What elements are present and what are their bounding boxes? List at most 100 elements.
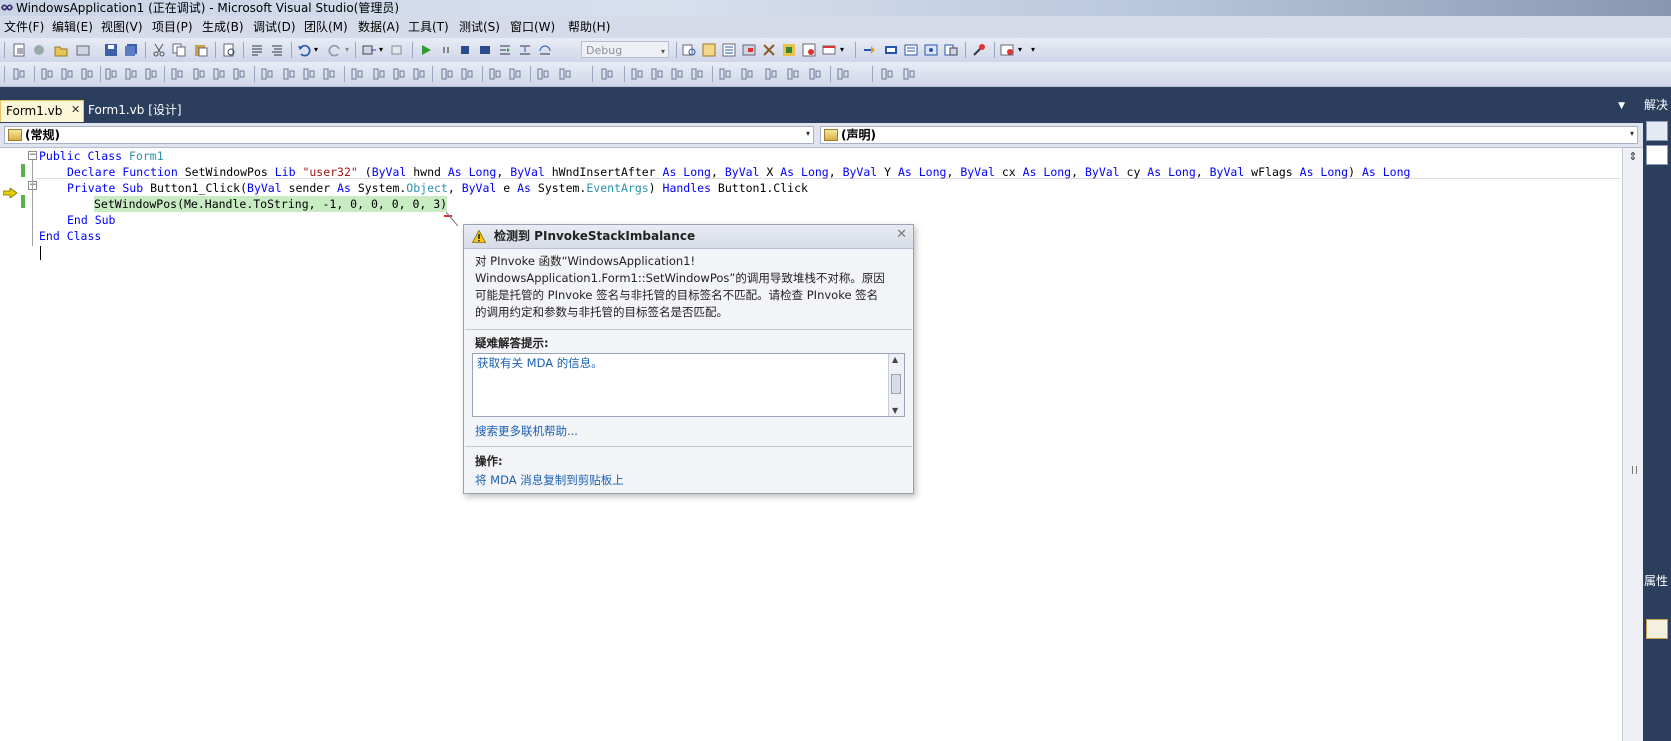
step-out-icon[interactable] (862, 43, 876, 57)
same-width-icon[interactable] (764, 67, 778, 81)
align-left-icon[interactable] (630, 67, 644, 81)
toolbar-overflow-icon[interactable]: ▾ (840, 43, 854, 57)
class-name-combo[interactable]: (常规) ▾ (4, 126, 814, 144)
vspace-icon[interactable] (836, 67, 850, 81)
navigate-backward-icon[interactable] (362, 43, 376, 57)
indicator-margin[interactable] (0, 148, 20, 741)
align-tops-icon[interactable] (104, 67, 118, 81)
copy-to-clipboard-link[interactable]: 将 MDA 消息复制到剪贴板上 (475, 472, 624, 488)
step-into-icon[interactable] (518, 43, 532, 57)
horizontal-spacing-equal-icon[interactable] (260, 67, 274, 81)
call-stack-icon[interactable] (944, 43, 958, 57)
undo-dropdown-icon[interactable]: ▾ (314, 43, 328, 57)
method-name-combo[interactable]: (声明) ▾ (820, 126, 1638, 144)
align-top-icon[interactable] (690, 67, 704, 81)
redo-icon[interactable] (328, 43, 342, 57)
step-over-icon[interactable] (538, 43, 552, 57)
size-to-grid-icon[interactable] (192, 67, 206, 81)
center-vertically-icon[interactable] (460, 67, 474, 81)
collapse-icon[interactable]: − (28, 151, 37, 160)
add-item-icon[interactable] (32, 43, 46, 57)
watch-window-icon[interactable] (924, 43, 938, 57)
menu-data[interactable]: 数据(A) (358, 20, 400, 34)
tab-form1-vb-design[interactable]: Form1.vb [设计] (88, 100, 182, 122)
redo-dropdown-icon[interactable]: ▾ (345, 43, 359, 57)
menu-debug[interactable]: 调试(D) (253, 20, 296, 34)
paste-icon[interactable] (194, 43, 208, 57)
solution-tree-icon[interactable] (1646, 145, 1668, 165)
align-lefts-icon[interactable] (40, 67, 54, 81)
send-to-back-icon[interactable] (508, 67, 522, 81)
error-list-icon[interactable] (802, 43, 816, 57)
hspace-icon[interactable] (808, 67, 822, 81)
menu-team[interactable]: 团队(M) (304, 20, 348, 34)
horizontal-spacing-increase-icon[interactable] (282, 67, 296, 81)
make-same-size-icon[interactable] (232, 67, 246, 81)
align-bottoms-icon[interactable] (144, 67, 158, 81)
lock-controls-icon[interactable] (558, 67, 572, 81)
menu-file[interactable]: 文件(F) (4, 20, 44, 34)
uncomment-icon[interactable] (270, 43, 284, 57)
scroll-down-icon[interactable]: ▼ (892, 406, 898, 415)
editor-vertical-scrollbar[interactable]: ⇕ (1622, 148, 1643, 741)
horizontal-spacing-remove-icon[interactable] (322, 67, 336, 81)
restart-icon[interactable] (478, 43, 492, 57)
vertical-spacing-decrease-icon[interactable] (392, 67, 406, 81)
align-to-grid-icon[interactable] (12, 67, 26, 81)
bounds-icon[interactable] (902, 67, 916, 81)
scroll-thumb[interactable] (891, 374, 901, 394)
close-icon[interactable]: ✕ (896, 227, 907, 242)
copy-icon[interactable] (172, 43, 186, 57)
make-same-height-icon[interactable] (212, 67, 226, 81)
new-project-icon[interactable] (12, 43, 26, 57)
vertical-spacing-remove-icon[interactable] (412, 67, 426, 81)
toolbar-overflow-icon[interactable]: ▾ (1031, 43, 1045, 57)
menu-test[interactable]: 测试(S) (459, 20, 500, 34)
properties-tab[interactable]: 属性 (1644, 571, 1671, 592)
horizontal-spacing-decrease-icon[interactable] (302, 67, 316, 81)
cut-icon[interactable] (152, 43, 166, 57)
exceptions-icon[interactable] (1000, 43, 1014, 57)
align-rights-icon[interactable] (80, 67, 94, 81)
menu-build[interactable]: 生成(B) (202, 20, 244, 34)
grid-icon[interactable] (880, 67, 894, 81)
menu-tools[interactable]: 工具(T) (408, 20, 449, 34)
break-all-icon[interactable] (439, 43, 453, 57)
locals-window-icon[interactable] (904, 43, 918, 57)
mda-info-link[interactable]: 获取有关 MDA 的信息。 (477, 356, 603, 371)
class-view-icon[interactable] (782, 43, 796, 57)
menu-view[interactable]: 视图(V) (101, 20, 143, 34)
tab-form1-vb[interactable]: Form1.vb ✕ (0, 100, 84, 122)
find-in-files-icon[interactable] (682, 43, 696, 57)
output-window-icon[interactable] (822, 43, 836, 57)
align-middle-icon[interactable] (718, 67, 732, 81)
tab-order-icon[interactable] (536, 67, 550, 81)
toolbox-icon[interactable] (762, 43, 776, 57)
format-icon[interactable] (600, 67, 614, 81)
same-height-icon[interactable] (786, 67, 800, 81)
stop-debugging-icon[interactable] (458, 43, 472, 57)
tips-scrollbar[interactable]: ▲ ▼ (888, 354, 904, 416)
scroll-up-icon[interactable]: ▲ (892, 355, 898, 364)
align-middles-icon[interactable] (124, 67, 138, 81)
exceptions-dropdown-icon[interactable]: ▾ (1018, 43, 1032, 57)
immediate-window-icon[interactable] (972, 43, 986, 57)
open-file-icon[interactable] (54, 43, 68, 57)
menu-project[interactable]: 项目(P) (152, 20, 193, 34)
make-same-width-icon[interactable] (170, 67, 184, 81)
tab-list-dropdown-icon[interactable]: ▼ (1618, 101, 1625, 111)
bring-to-front-icon[interactable] (488, 67, 502, 81)
comment-icon[interactable] (250, 43, 264, 57)
solution-configuration-combo[interactable]: Debug ▾ (581, 41, 669, 58)
object-browser-icon[interactable] (742, 43, 756, 57)
menu-window[interactable]: 窗口(W) (510, 20, 555, 34)
undo-icon[interactable] (297, 43, 311, 57)
properties-grid-icon[interactable] (1646, 619, 1668, 639)
search-online-help-link[interactable]: 搜索更多联机帮助... (475, 423, 578, 439)
scroll-thumb-grip[interactable] (1632, 466, 1637, 474)
align-centers-icon[interactable] (60, 67, 74, 81)
breakpoints-window-icon[interactable] (884, 43, 898, 57)
save-all-icon[interactable] (124, 43, 138, 57)
align-bottom-icon[interactable] (740, 67, 754, 81)
align-right-icon[interactable] (670, 67, 684, 81)
